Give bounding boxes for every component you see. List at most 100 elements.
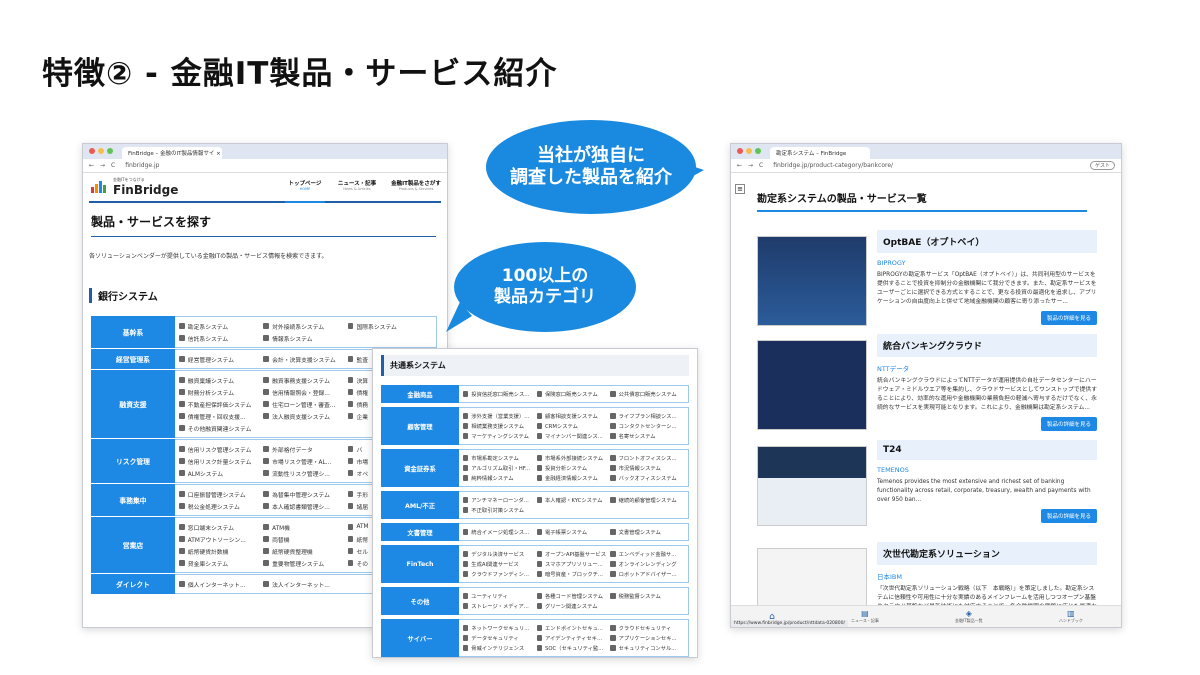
category-item-link[interactable]: 脅威インテリジェンス [463, 643, 537, 653]
category-item-link[interactable]: オンラインレンディング [610, 559, 684, 569]
category-label[interactable]: 融資支援 [91, 370, 175, 438]
category-item-link[interactable]: クラウドセキュリティ [610, 623, 684, 633]
category-label[interactable]: 経営管理系 [91, 349, 175, 369]
nav-products[interactable]: 金融IT製品をさがす Products & Services [387, 179, 445, 191]
bottom-nav-news[interactable]: ▤ ニュース・記事 [851, 609, 879, 624]
product-detail-button[interactable]: 製品の詳細を見る [1040, 416, 1097, 431]
product-title[interactable]: 次世代勘定系ソリューション [877, 542, 1097, 565]
category-label[interactable]: 事務集中 [91, 484, 175, 516]
category-item-link[interactable]: 市場系勘定システム [463, 453, 537, 463]
category-item-link[interactable]: ALMシステム [179, 467, 263, 479]
category-label[interactable]: サイバー [381, 619, 459, 657]
product-detail-button[interactable]: 製品の詳細を見る [1040, 508, 1097, 523]
vendor-link[interactable]: BIPROGY [877, 259, 1097, 267]
category-label[interactable]: リスク管理 [91, 439, 175, 483]
category-item-link[interactable]: 不動産担保評価システム [179, 398, 263, 410]
category-item-link[interactable]: デジタル決済サービス [463, 549, 537, 559]
category-item-link[interactable]: 本人確認・KYCシステム [536, 495, 611, 505]
category-label[interactable]: AML/不正 [381, 491, 459, 519]
menu-icon[interactable]: ≡ [735, 184, 745, 194]
category-item-link[interactable]: 会計・決算支援システム [263, 353, 347, 365]
category-label[interactable]: 文書管理 [381, 523, 459, 541]
browser-tab[interactable]: FinBridge – 金融のIT製品情報サイ × [122, 147, 222, 159]
product-thumbnail[interactable] [757, 340, 867, 430]
category-item-link[interactable]: CRMシステム [536, 421, 611, 431]
category-item-link[interactable]: 住宅ローン管理・審査... [263, 398, 347, 410]
category-item-link[interactable]: 流動性リスク管理シ... [263, 467, 347, 479]
category-item-link[interactable]: 法人インターネット... [263, 578, 347, 590]
category-item-link[interactable]: 経営管理システム [179, 353, 263, 365]
category-item-link[interactable]: 信用リスク計量システム [179, 455, 263, 467]
category-item-link[interactable]: 相続業務支援システム [463, 421, 537, 431]
category-item-link[interactable]: スマホアプリソリュー... [536, 559, 611, 569]
product-thumbnail[interactable] [757, 548, 867, 606]
category-item-link[interactable]: ATM機 [263, 521, 347, 533]
category-item-link[interactable]: ストレージ・メディア... [463, 601, 537, 611]
nav-news[interactable]: ニュース・記事 News & Articles [335, 179, 379, 191]
category-item-link[interactable]: 両替機 [263, 533, 347, 545]
category-item-link[interactable]: 融資事務支援システム [263, 374, 347, 386]
category-item-link[interactable]: 名寄せシステム [610, 431, 684, 441]
category-item-link[interactable]: 公共債窓口販売システム [610, 389, 684, 399]
category-item-link[interactable]: 信託系システム [179, 332, 263, 344]
product-title[interactable]: 統合バンキングクラウド [877, 334, 1097, 357]
window-controls[interactable] [89, 147, 116, 156]
vendor-link[interactable]: 日本IBM [877, 571, 1097, 581]
category-item-link[interactable]: 紙幣硬貨計数機 [179, 545, 263, 557]
category-item-link[interactable]: 暗号資産・ブロックチ... [536, 569, 611, 579]
category-item-link[interactable]: 融資稟議システム [179, 374, 263, 386]
category-label[interactable]: 資金証券系 [381, 449, 459, 487]
category-item-link[interactable]: クラウドファンディン... [463, 569, 537, 579]
vendor-link[interactable]: TEMENOS [877, 466, 1097, 474]
logo-text[interactable]: FinBridge [113, 183, 178, 197]
category-item-link[interactable]: マイナンバー関連シス... [536, 431, 611, 441]
category-item-link[interactable]: 市況情報システム [610, 463, 684, 473]
category-item-link[interactable]: 生成AI関連サービス [463, 559, 537, 569]
browser-tab[interactable]: 勘定系システム – FinBridge [770, 147, 870, 159]
category-item-link[interactable]: マーケティングシステム [463, 431, 537, 441]
category-item-link[interactable]: 為替集中管理システム [263, 488, 347, 500]
category-item-link[interactable]: エンドポイントセキュ... [536, 623, 611, 633]
vendor-link[interactable]: NTTデータ [877, 363, 1097, 373]
category-item-link[interactable]: 信用リスク管理システム [179, 443, 263, 455]
category-label[interactable]: ダイレクト [91, 574, 175, 594]
category-item-link[interactable]: 重要物管理システム [263, 557, 347, 569]
category-item-link[interactable]: 対外接続系システム [263, 320, 347, 332]
category-item-link[interactable]: 純粋情報システム [463, 473, 537, 483]
category-item-link[interactable]: データセキュリティ [463, 633, 537, 643]
category-label[interactable]: その他 [381, 587, 459, 615]
category-item-link[interactable]: 国際系システム [347, 320, 432, 332]
product-thumbnail[interactable] [757, 236, 867, 326]
category-item-link[interactable]: 投資信託窓口販売シス... [463, 389, 537, 399]
category-item-link[interactable]: オープンAPI基盤サービス [536, 549, 611, 559]
category-item-link[interactable]: SOC（セキュリティ監... [536, 643, 611, 653]
product-title[interactable]: OptBAE（オプトベイ） [877, 230, 1097, 253]
category-item-link[interactable]: グリーン関連システム [536, 601, 611, 611]
window-controls[interactable] [737, 147, 764, 156]
category-item-link[interactable]: アプリケーションセキ... [610, 633, 684, 643]
category-item-link[interactable]: 法人融資支援システム [263, 410, 347, 422]
category-item-link[interactable]: 窓口端末システム [179, 521, 263, 533]
category-item-link[interactable]: 債権管理・回収支援... [179, 410, 263, 422]
category-item-link[interactable]: ユーティリティ [463, 591, 537, 601]
category-item-link[interactable]: その他融資関連システム [179, 422, 263, 434]
category-item-link[interactable]: 渉外支援（営業支援）... [463, 411, 537, 421]
category-item-link[interactable]: ネットワークセキュリ... [463, 623, 537, 633]
category-item-link[interactable]: 財務分析システム [179, 386, 263, 398]
category-item-link[interactable]: 統合イメージ処理シス... [463, 527, 537, 537]
address-bar[interactable]: ←→C finbridge.jp/product-category/bankcor… [731, 159, 1121, 173]
category-label[interactable]: 金融商品 [381, 385, 459, 403]
category-item-link[interactable]: アイデンティティセキ... [536, 633, 611, 643]
category-item-link[interactable]: 金融経済情報システム [536, 473, 611, 483]
category-item-link[interactable]: エンベディッド金融サ... [610, 549, 684, 559]
bottom-nav-products[interactable]: ◈ 金融IT製品一覧 [955, 609, 983, 624]
category-item-link[interactable]: 市場系外部接続システム [536, 453, 611, 463]
category-label[interactable]: 顧客管理 [381, 407, 459, 445]
category-item-link[interactable]: コンタクトセンターシ... [610, 421, 684, 431]
category-item-link[interactable]: 顧客相談支援システム [536, 411, 611, 421]
category-item-link[interactable]: アンチマネーローンダ... [463, 495, 537, 505]
category-item-link[interactable]: 本人確認書類管理シ... [263, 500, 347, 512]
category-item-link[interactable]: フロントオフィスシス... [610, 453, 684, 463]
category-item-link[interactable]: ATMアウトソーシン... [179, 533, 263, 545]
category-item-link[interactable]: バックオフィスシステム [610, 473, 684, 483]
